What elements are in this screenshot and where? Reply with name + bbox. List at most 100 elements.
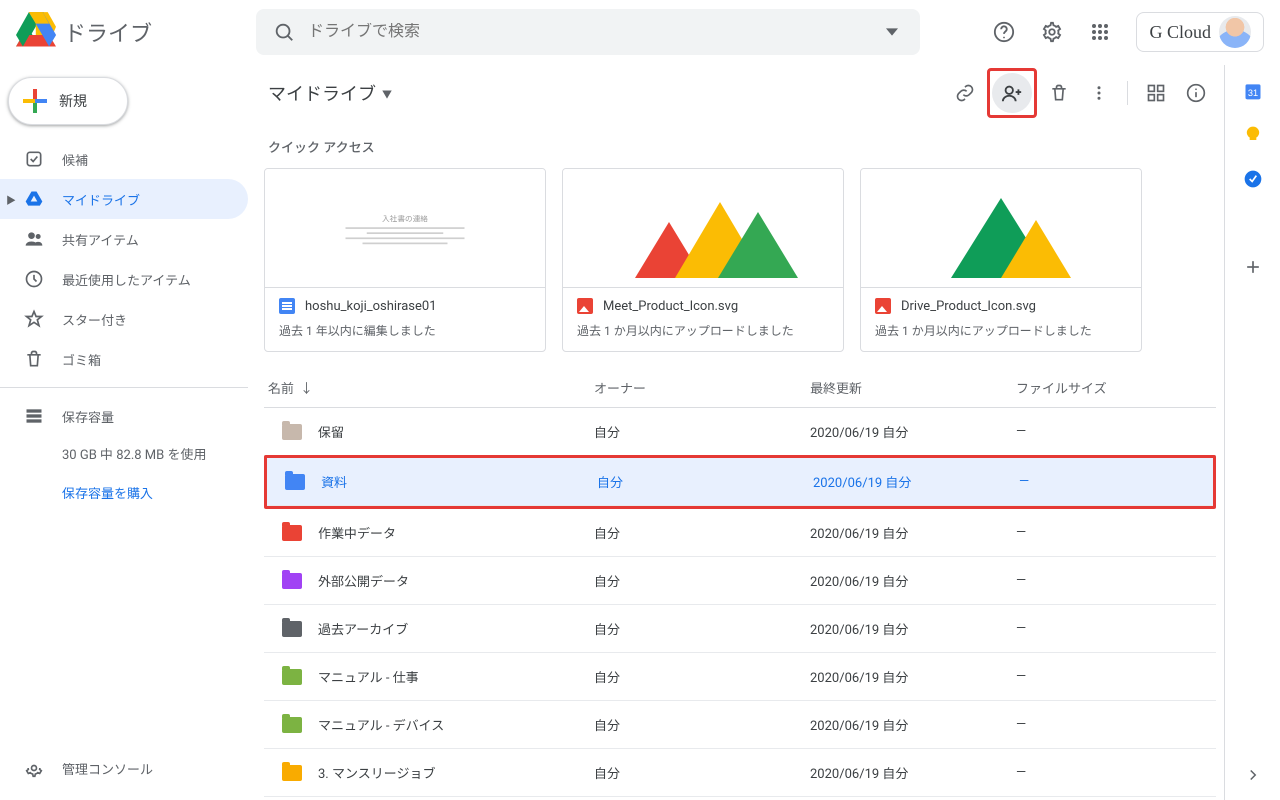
calendar-icon[interactable]: 31 bbox=[1243, 81, 1263, 101]
row-modified: 2020/06/19 自分 bbox=[810, 763, 1016, 782]
row-modified: 2020/06/19 自分 bbox=[810, 667, 1016, 686]
tasks-icon[interactable] bbox=[1243, 169, 1263, 189]
share-button[interactable] bbox=[992, 73, 1032, 113]
nav-label: 最近使用したアイテム bbox=[62, 270, 191, 289]
more-actions-button[interactable] bbox=[1079, 73, 1119, 113]
drive-logo-icon bbox=[16, 10, 56, 54]
folder-icon bbox=[282, 525, 302, 541]
qa-thumb: 入社書の連絡 bbox=[265, 169, 545, 287]
row-owner: 自分 bbox=[594, 571, 810, 590]
qa-subtitle: 過去 1 か月以内にアップロードしました bbox=[577, 322, 829, 339]
row-modified: 2020/06/19 自分 bbox=[810, 422, 1016, 441]
main-pane: マイドライブ ▼ クイック アクセス 入社書の連絡 hoshu_koji_osh… bbox=[248, 65, 1224, 800]
qa-meta: Meet_Product_Icon.svg 過去 1 か月以内にアップロードしま… bbox=[563, 287, 843, 351]
quick-access-card[interactable]: 入社書の連絡 hoshu_koji_oshirase01 過去 1 年以内に編集… bbox=[264, 168, 546, 352]
qa-thumb bbox=[861, 169, 1141, 287]
details-button[interactable] bbox=[1176, 73, 1216, 113]
trash-icon bbox=[24, 349, 44, 369]
toolbar: マイドライブ ▼ bbox=[264, 65, 1216, 121]
star-icon bbox=[24, 309, 44, 329]
table-row[interactable]: 過去アーカイブ 自分 2020/06/19 自分 — bbox=[264, 605, 1216, 653]
row-name: 外部公開データ bbox=[318, 571, 409, 590]
col-name-label: 名前 bbox=[268, 378, 294, 397]
workspace-brand[interactable]: G Cloud bbox=[1136, 12, 1264, 52]
row-modified: 2020/06/19 自分 bbox=[810, 715, 1016, 734]
new-button[interactable]: 新規 bbox=[8, 77, 128, 125]
col-modified-header[interactable]: 最終更新 bbox=[810, 378, 1016, 397]
row-name: マニュアル - 仕事 bbox=[318, 667, 419, 686]
row-modified: 2020/06/19 自分 bbox=[810, 571, 1016, 590]
toolbar-sep bbox=[1127, 81, 1128, 105]
table-header: 名前 ↓ オーナー 最終更新 ファイルサイズ bbox=[264, 368, 1216, 408]
row-size: — bbox=[1016, 765, 1216, 780]
row-owner: 自分 bbox=[594, 619, 810, 638]
apps-grid-icon[interactable] bbox=[1080, 12, 1120, 52]
nav-mydrive[interactable]: ▶ マイドライブ bbox=[0, 179, 248, 219]
nav-label: スター付き bbox=[62, 310, 127, 329]
help-icon[interactable] bbox=[984, 12, 1024, 52]
col-size-header[interactable]: ファイルサイズ bbox=[1016, 378, 1216, 397]
row-name: 作業中データ bbox=[318, 523, 396, 542]
buy-storage-link[interactable]: 保存容量を購入 bbox=[24, 483, 248, 502]
table-row[interactable]: マニュアル - 仕事 自分 2020/06/19 自分 — bbox=[264, 653, 1216, 701]
nav-starred[interactable]: スター付き bbox=[0, 299, 248, 339]
qa-meta: hoshu_koji_oshirase01 過去 1 年以内に編集しました bbox=[265, 287, 545, 351]
settings-gear-icon[interactable] bbox=[1032, 12, 1072, 52]
nav-label: 候補 bbox=[62, 150, 88, 169]
table-row[interactable]: マニュアル - デバイス 自分 2020/06/19 自分 — bbox=[264, 701, 1216, 749]
folder-icon bbox=[285, 474, 305, 490]
nav-admin[interactable]: 管理コンソール bbox=[0, 748, 248, 788]
get-link-button[interactable] bbox=[945, 73, 985, 113]
qa-title: Drive_Product_Icon.svg bbox=[901, 299, 1036, 314]
row-owner: 自分 bbox=[594, 422, 810, 441]
row-size: — bbox=[1016, 525, 1216, 540]
svg-text:31: 31 bbox=[1247, 88, 1257, 98]
quick-access-card[interactable]: Meet_Product_Icon.svg 過去 1 か月以内にアップロードしま… bbox=[562, 168, 844, 352]
row-size: — bbox=[1016, 573, 1216, 588]
qa-meta: Drive_Product_Icon.svg 過去 1 か月以内にアップロードし… bbox=[861, 287, 1141, 351]
collapse-rail-icon[interactable] bbox=[1244, 766, 1262, 788]
table-row[interactable]: 保留 自分 2020/06/19 自分 — bbox=[264, 408, 1216, 456]
col-name-header[interactable]: 名前 ↓ bbox=[264, 378, 594, 397]
row-size: — bbox=[1016, 424, 1216, 439]
search-options-icon[interactable] bbox=[872, 12, 912, 52]
row-name: 3. マンスリージョブ bbox=[318, 763, 435, 782]
keep-icon[interactable] bbox=[1243, 125, 1263, 145]
addons-plus-icon[interactable] bbox=[1243, 257, 1263, 277]
user-avatar[interactable] bbox=[1219, 16, 1251, 48]
nav-list: 候補 ▶ マイドライブ 共有アイテム 最近使用したアイテム スター付き ゴ bbox=[0, 139, 248, 379]
storage-icon bbox=[24, 406, 44, 426]
expand-caret-icon[interactable]: ▶ bbox=[6, 192, 16, 207]
priority-icon bbox=[24, 149, 44, 169]
shared-icon bbox=[24, 229, 44, 249]
quick-access-card[interactable]: Drive_Product_Icon.svg 過去 1 か月以内にアップロードし… bbox=[860, 168, 1142, 352]
nav-storage[interactable]: 保存容量 bbox=[0, 396, 248, 436]
nav-recent[interactable]: 最近使用したアイテム bbox=[0, 259, 248, 299]
search-icon[interactable] bbox=[264, 12, 304, 52]
nav-priority[interactable]: 候補 bbox=[0, 139, 248, 179]
row-highlight: 資料 自分 2020/06/19 自分 — bbox=[264, 455, 1216, 509]
chevron-down-icon: ▼ bbox=[382, 86, 392, 101]
breadcrumb[interactable]: マイドライブ ▼ bbox=[264, 74, 396, 112]
row-owner: 自分 bbox=[594, 523, 810, 542]
nav-label: マイドライブ bbox=[62, 190, 140, 209]
row-name: 資料 bbox=[321, 472, 347, 491]
table-row[interactable]: 3. マンスリージョブ 自分 2020/06/19 自分 — bbox=[264, 749, 1216, 797]
row-size: — bbox=[1019, 474, 1213, 489]
table-row[interactable]: 外部公開データ 自分 2020/06/19 自分 — bbox=[264, 557, 1216, 605]
qa-thumb bbox=[563, 169, 843, 287]
search-input[interactable] bbox=[304, 23, 872, 41]
view-grid-button[interactable] bbox=[1136, 73, 1176, 113]
logo-block: ドライブ bbox=[16, 10, 248, 54]
nav-shared[interactable]: 共有アイテム bbox=[0, 219, 248, 259]
quick-access-row: 入社書の連絡 hoshu_koji_oshirase01 過去 1 年以内に編集… bbox=[264, 168, 1216, 352]
col-owner-header[interactable]: オーナー bbox=[594, 378, 810, 397]
folder-icon bbox=[282, 621, 302, 637]
brand-name: G Cloud bbox=[1149, 22, 1211, 43]
table-row[interactable]: 作業中データ 自分 2020/06/19 自分 — bbox=[264, 509, 1216, 557]
delete-button[interactable] bbox=[1039, 73, 1079, 113]
nav-trash[interactable]: ゴミ箱 bbox=[0, 339, 248, 379]
folder-icon bbox=[282, 765, 302, 781]
search-bar[interactable] bbox=[256, 9, 920, 55]
table-row[interactable]: 資料 自分 2020/06/19 自分 — bbox=[267, 458, 1213, 506]
